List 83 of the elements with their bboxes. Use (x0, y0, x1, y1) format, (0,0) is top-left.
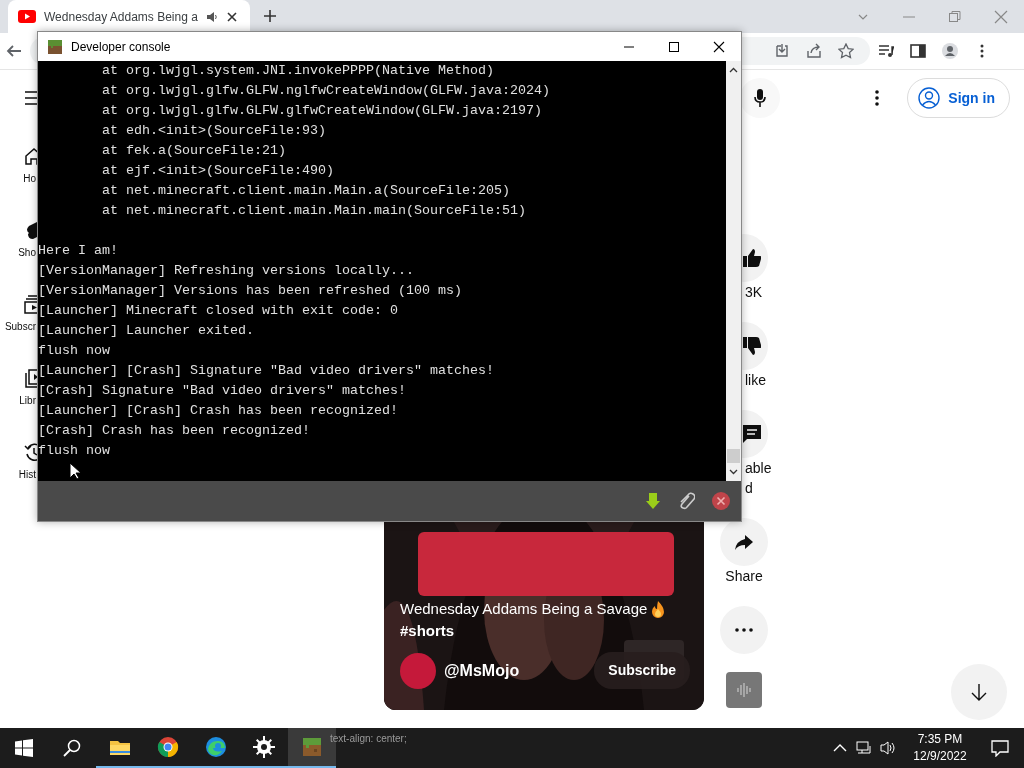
console-line: [Launcher] [Crash] Crash has been recognized! (38, 402, 398, 420)
like-icon (743, 249, 761, 267)
download-icon[interactable] (774, 43, 790, 59)
clock-time[interactable]: 7:35 PM (904, 731, 976, 748)
message-icon (991, 739, 1009, 757)
console-line: flush now (38, 442, 110, 460)
mic-button[interactable] (740, 78, 781, 118)
action-label: d (745, 479, 753, 498)
console-line: at org.lwjgl.glfw.GLFW.glfwCreateWindow(GLFW.java:2197) (101, 102, 542, 120)
back-icon[interactable] (6, 43, 22, 59)
star-icon[interactable] (838, 43, 854, 59)
tab-title: Wednesday Addams Being a (44, 8, 198, 26)
close-icon[interactable] (225, 10, 238, 23)
volume-icon[interactable] (880, 740, 896, 756)
console-line: [VersionManager] Versions has been refreshed (100 ms) (38, 282, 462, 300)
subscribe-button[interactable]: Subscribe (594, 652, 690, 689)
scroll-down-icon[interactable] (729, 469, 738, 475)
profile-icon[interactable] (942, 43, 958, 59)
dislike-icon (743, 337, 761, 355)
console-line: [VersionManager] Refreshing versions locally... (38, 262, 414, 280)
console-line: at net.minecraft.client.main.Main.main(SourceFile:51) (101, 202, 526, 220)
sidebar-item[interactable]: Sho (18, 246, 36, 260)
action-label: like (745, 371, 766, 390)
console-line: flush now (38, 342, 110, 360)
speaker-icon (205, 10, 218, 23)
console-line: [Launcher] Launcher exited. (38, 322, 254, 340)
network-icon[interactable] (856, 740, 872, 756)
down-arrow-icon (970, 683, 988, 701)
windows-icon (15, 739, 33, 757)
console-line: [Crash] Signature "Bad video drivers" matches! (38, 382, 406, 400)
console-line: at org.lwjgl.system.JNI.invokePPPP(Native Method) (101, 62, 494, 80)
console-line: [Launcher] Minecraft closed with exit code: 0 (38, 302, 398, 320)
sidebar-item[interactable]: Subscr (4, 320, 36, 334)
console-line: [Launcher] [Crash] Signature "Bad video drivers" matches! (38, 362, 494, 380)
video-title: Wednesday Addams Being a Savage (400, 599, 648, 619)
sidebar-item[interactable]: Ho (23, 172, 36, 186)
waveform-icon (735, 681, 753, 699)
sidebar-item[interactable]: Libr (19, 394, 36, 408)
search-icon (63, 739, 81, 757)
sidebar-item[interactable]: Hist (18, 468, 36, 482)
action-label: able (745, 459, 772, 478)
more-icon (735, 628, 753, 632)
restore-icon[interactable] (948, 9, 962, 24)
clock-date[interactable]: 12/9/2022 (904, 748, 976, 765)
mic-icon (753, 88, 768, 108)
scrollbar-thumb[interactable] (727, 449, 740, 463)
download-arrow-icon[interactable] (645, 492, 661, 510)
console-line: at fek.a(SourceFile:21) (101, 142, 286, 160)
scroll-up-icon[interactable] (729, 67, 738, 73)
share-button[interactable] (720, 518, 768, 566)
action-label: 3K (745, 283, 763, 302)
paperclip-icon[interactable] (677, 491, 695, 511)
browser-tab[interactable]: Wednesday Addams Being a (8, 0, 250, 33)
console-line: at net.minecraft.client.main.Main.a(SourceFile:205) (101, 182, 510, 200)
comments-icon (743, 425, 761, 443)
scroll-down-button[interactable] (951, 664, 1007, 720)
edge-icon (204, 735, 228, 759)
share-icon[interactable] (806, 43, 822, 59)
media-icon[interactable] (878, 43, 894, 59)
window-title: Developer console (71, 38, 172, 56)
hashtag-link[interactable]: #shorts (400, 620, 700, 642)
console-line: Here I am! (38, 242, 118, 260)
console-line: at ejf.<init>(SourceFile:490) (101, 162, 334, 180)
console-line: [Crash] Crash has been recognized! (38, 422, 310, 440)
fire-icon (651, 600, 666, 618)
settings-icon (252, 735, 276, 759)
share-icon (735, 534, 753, 550)
new-tab-icon[interactable] (263, 9, 277, 23)
side-panel-icon[interactable] (910, 43, 926, 59)
chrome-icon (156, 735, 180, 759)
minecraft-icon (300, 735, 324, 759)
more-icon[interactable] (875, 90, 880, 106)
sign-in-button[interactable]: Sign in (907, 78, 1010, 118)
action-label: Share (724, 567, 764, 586)
close-icon[interactable] (712, 40, 725, 53)
account-icon (918, 87, 941, 109)
maximize-icon[interactable] (667, 40, 680, 53)
grass-block-icon (47, 38, 63, 55)
console-line: at org.lwjgl.glfw.GLFW.nglfwCreateWindow(GLFW.java:2024) (101, 82, 550, 100)
video-site-icon (18, 10, 36, 23)
tooltip-text: text-align: center; (330, 732, 407, 746)
channel-name[interactable]: @MsMojo (444, 658, 520, 683)
console-line: at edh.<init>(SourceFile:93) (101, 122, 326, 140)
